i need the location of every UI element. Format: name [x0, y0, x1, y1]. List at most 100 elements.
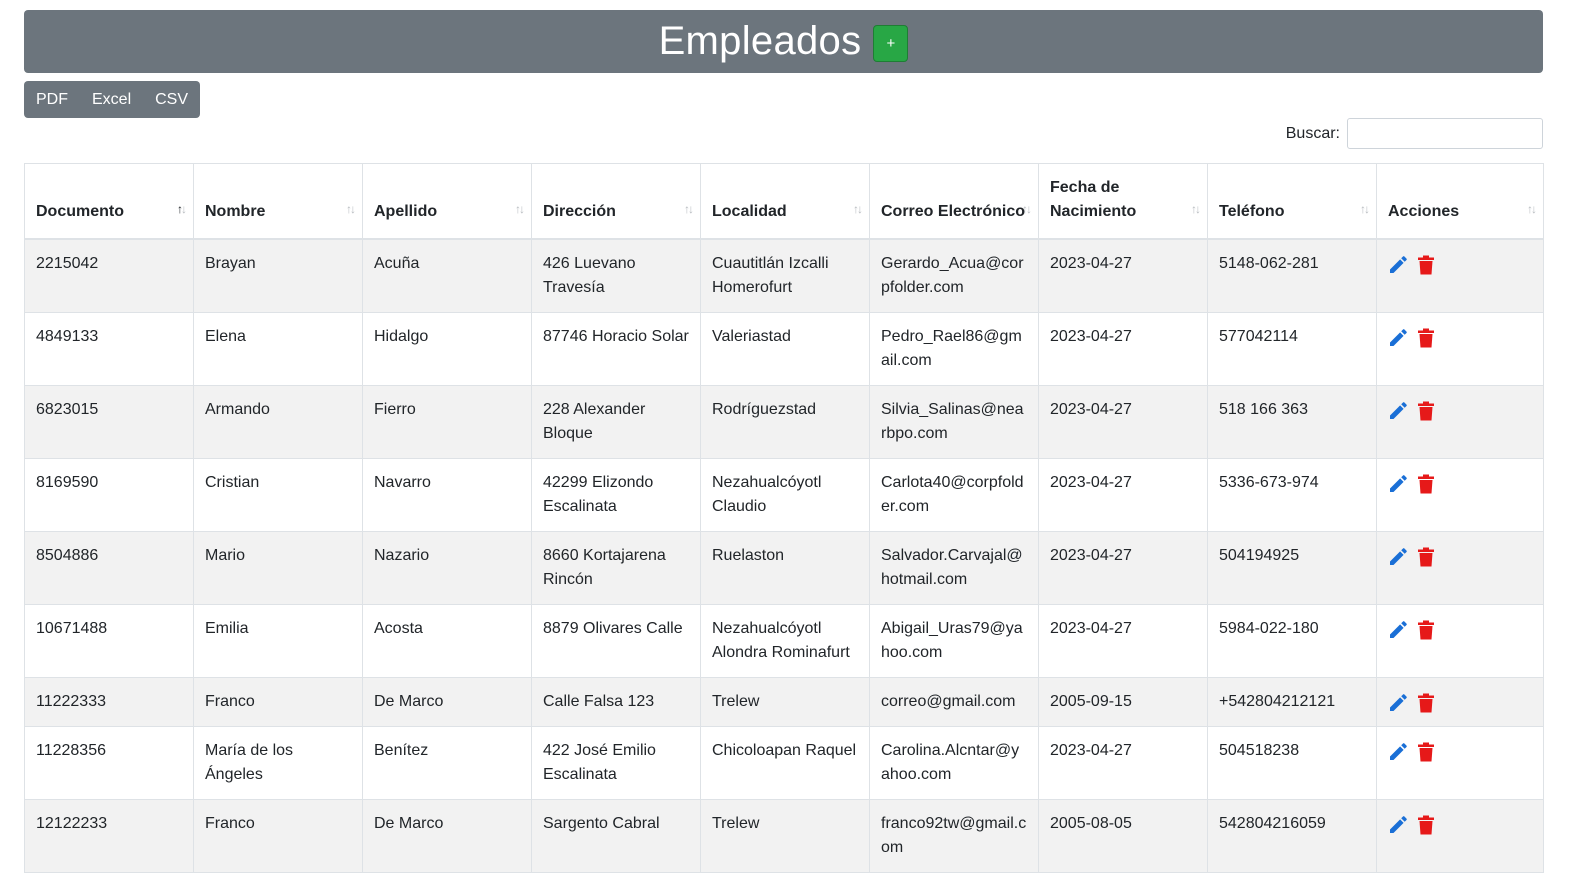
table-row: 11228356 María de los Ángeles Benítez 422 J… — [24, 726, 1544, 800]
column-header-7[interactable]: Teléfono ↑↓ — [1207, 163, 1377, 240]
cell-apellido: Acuña — [362, 238, 532, 313]
cell-localidad: Nezahualcóyotl Alondra Rominafurt — [700, 604, 870, 678]
export-excel-button[interactable]: Excel — [80, 81, 143, 118]
trash-icon[interactable] — [1417, 742, 1435, 762]
column-header-label: Fecha de Nacimiento — [1050, 179, 1137, 220]
cell-localidad: Trelew — [700, 799, 870, 873]
column-header-2[interactable]: Apellido ↑↓ — [362, 163, 532, 240]
cell-telefono: +542804212121 — [1207, 677, 1377, 727]
pencil-icon[interactable] — [1388, 474, 1408, 494]
search-label: Buscar: — [1285, 124, 1340, 142]
cell-telefono: 5336-673-974 — [1207, 458, 1377, 532]
cell-localidad: Chicoloapan Raquel — [700, 726, 870, 800]
export-button-group: PDF Excel CSV — [24, 81, 201, 118]
add-employee-button[interactable]: + — [873, 25, 909, 62]
pencil-icon[interactable] — [1388, 547, 1408, 567]
sort-arrows-icon: ↑↓ — [1527, 202, 1537, 216]
column-header-label: Acciones — [1388, 203, 1460, 220]
cell-acciones — [1376, 531, 1544, 605]
cell-fecha-nacimiento: 2023-04-27 — [1038, 531, 1208, 605]
cell-documento: 12122233 — [24, 799, 194, 873]
cell-localidad: Cuautitlán Izcalli Homerofurt — [700, 238, 870, 313]
cell-fecha-nacimiento: 2023-04-27 — [1038, 238, 1208, 313]
cell-telefono: 542804216059 — [1207, 799, 1377, 873]
cell-telefono: 518 166 363 — [1207, 385, 1377, 459]
page-header: Empleados + — [24, 10, 1543, 73]
column-header-8[interactable]: Acciones ↑↓ — [1376, 163, 1544, 240]
cell-acciones — [1376, 604, 1544, 678]
cell-correo: Abigail_Uras79@yahoo.com — [869, 604, 1039, 678]
pencil-icon[interactable] — [1388, 255, 1408, 275]
cell-acciones — [1376, 458, 1544, 532]
sort-arrows-icon: ↑↓ — [853, 202, 863, 216]
cell-acciones — [1376, 799, 1544, 873]
cell-fecha-nacimiento: 2005-09-15 — [1038, 677, 1208, 727]
cell-apellido: Benítez — [362, 726, 532, 800]
trash-icon[interactable] — [1417, 693, 1435, 713]
search-input[interactable] — [1347, 118, 1543, 149]
trash-icon[interactable] — [1417, 255, 1435, 275]
search-box: Buscar: — [1286, 118, 1543, 149]
column-header-6[interactable]: Fecha de Nacimiento ↑↓ — [1038, 163, 1208, 240]
column-header-label: Correo Electrónico — [881, 203, 1026, 220]
cell-apellido: Navarro — [362, 458, 532, 532]
trash-icon[interactable] — [1417, 401, 1435, 421]
trash-icon[interactable] — [1417, 815, 1435, 835]
sort-arrows-icon: ↑↓ — [1360, 202, 1370, 216]
table-row: 4849133 Elena Hidalgo 87746 Horacio Solar Va… — [24, 312, 1544, 386]
cell-acciones — [1376, 238, 1544, 313]
pencil-icon[interactable] — [1388, 620, 1408, 640]
cell-documento: 8169590 — [24, 458, 194, 532]
cell-correo: franco92tw@gmail.com — [869, 799, 1039, 873]
cell-localidad: Nezahualcóyotl Claudio — [700, 458, 870, 532]
cell-correo: Silvia_Salinas@nearbpo.com — [869, 385, 1039, 459]
cell-nombre: Franco — [193, 677, 363, 727]
cell-documento: 8504886 — [24, 531, 194, 605]
pencil-icon[interactable] — [1388, 815, 1408, 835]
page-title: Empleados — [658, 19, 862, 63]
table-row: 8169590 Cristian Navarro 42299 Elizondo Esc… — [24, 458, 1544, 532]
table-row: 6823015 Armando Fierro 228 Alexander Bloque… — [24, 385, 1544, 459]
cell-nombre: Brayan — [193, 238, 363, 313]
cell-documento: 10671488 — [24, 604, 194, 678]
cell-fecha-nacimiento: 2023-04-27 — [1038, 604, 1208, 678]
cell-nombre: Elena — [193, 312, 363, 386]
cell-correo: Pedro_Rael86@gmail.com — [869, 312, 1039, 386]
sort-arrows-icon: ↑↓ — [1022, 202, 1032, 216]
cell-telefono: 5148-062-281 — [1207, 238, 1377, 313]
pencil-icon[interactable] — [1388, 328, 1408, 348]
table-row: 10671488 Emilia Acosta 8879 Olivares Calle N… — [24, 604, 1544, 678]
column-header-0[interactable]: Documento ↑↓ — [24, 163, 194, 240]
trash-icon[interactable] — [1417, 620, 1435, 640]
trash-icon[interactable] — [1417, 547, 1435, 567]
column-header-label: Nombre — [205, 203, 266, 220]
cell-telefono: 504518238 — [1207, 726, 1377, 800]
trash-icon[interactable] — [1417, 474, 1435, 494]
column-header-label: Apellido — [374, 203, 438, 220]
cell-correo: Gerardo_Acua@corpfolder.com — [869, 238, 1039, 313]
cell-direccion: Calle Falsa 123 — [531, 677, 701, 727]
pencil-icon[interactable] — [1388, 742, 1408, 762]
column-header-1[interactable]: Nombre ↑↓ — [193, 163, 363, 240]
cell-nombre: Cristian — [193, 458, 363, 532]
column-header-4[interactable]: Localidad ↑↓ — [700, 163, 870, 240]
trash-icon[interactable] — [1417, 328, 1435, 348]
cell-nombre: Franco — [193, 799, 363, 873]
cell-localidad: Valeriastad — [700, 312, 870, 386]
sort-arrows-icon: ↑↓ — [346, 202, 356, 216]
column-header-label: Teléfono — [1219, 203, 1285, 220]
cell-nombre: Armando — [193, 385, 363, 459]
pencil-icon[interactable] — [1388, 693, 1408, 713]
export-pdf-button[interactable]: PDF — [24, 81, 80, 118]
column-header-5[interactable]: Correo Electrónico ↑↓ — [869, 163, 1039, 240]
cell-direccion: Sargento Cabral — [531, 799, 701, 873]
cell-nombre: María de los Ángeles — [193, 726, 363, 800]
cell-apellido: De Marco — [362, 799, 532, 873]
export-csv-button[interactable]: CSV — [143, 81, 200, 118]
pencil-icon[interactable] — [1388, 401, 1408, 421]
cell-fecha-nacimiento: 2023-04-27 — [1038, 385, 1208, 459]
column-header-3[interactable]: Dirección ↑↓ — [531, 163, 701, 240]
cell-documento: 11228356 — [24, 726, 194, 800]
cell-localidad: Trelew — [700, 677, 870, 727]
cell-documento: 2215042 — [24, 238, 194, 313]
